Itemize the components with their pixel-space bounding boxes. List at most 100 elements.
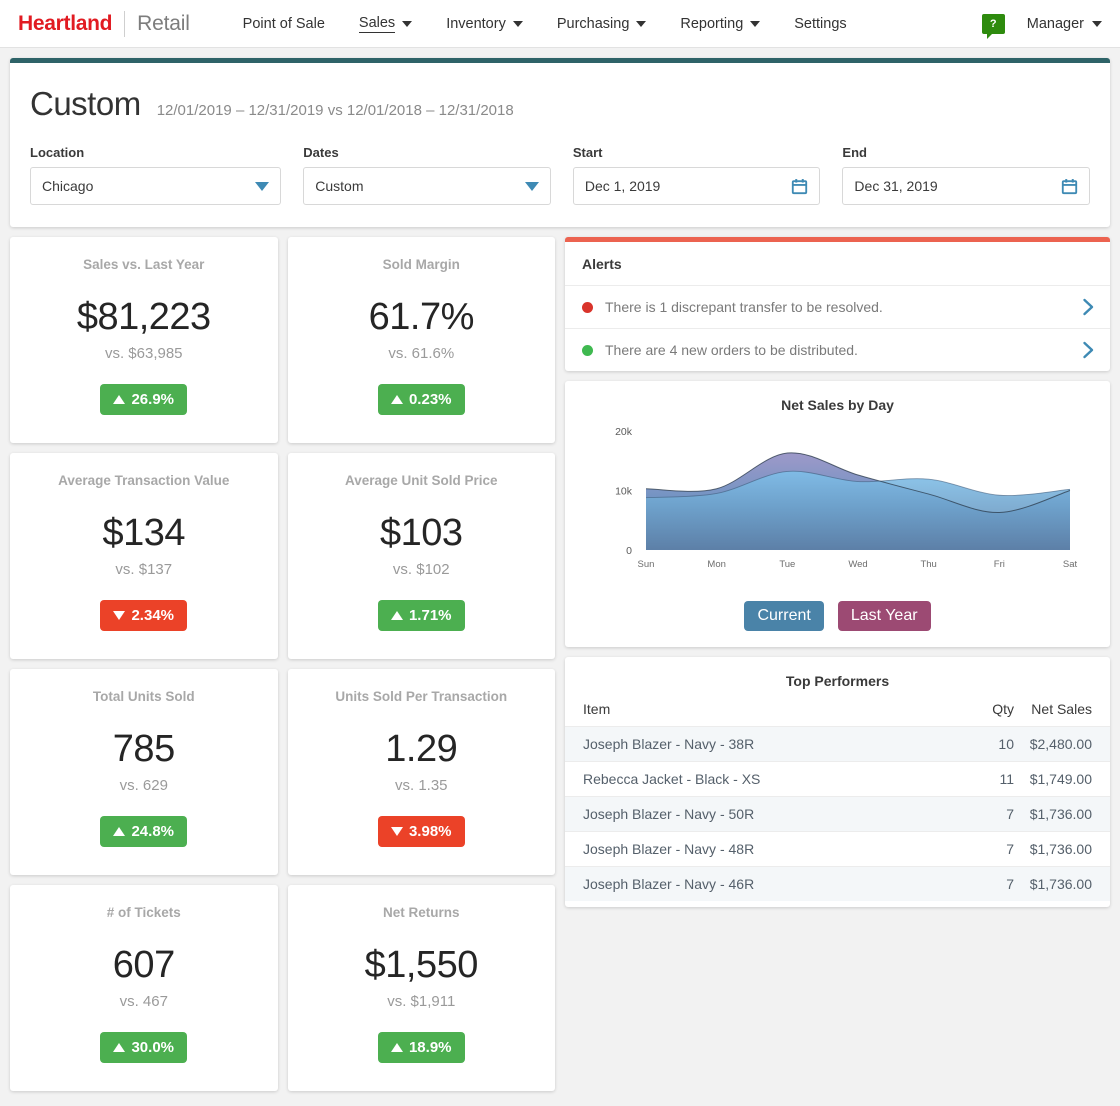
y-axis-tick-label: 20k [615, 426, 633, 438]
end-label: End [842, 145, 1090, 160]
chevron-down-icon [402, 21, 412, 27]
kpi-value: $81,223 [77, 298, 211, 336]
kpi-title: # of Tickets [107, 905, 181, 920]
kpi-value: 607 [113, 946, 175, 984]
alerts-header: Alerts [565, 242, 1110, 286]
start-label: Start [573, 145, 821, 160]
kpi-card-average-unit-sold-price[interactable]: Average Unit Sold Price$103vs. $1021.71% [288, 453, 556, 659]
kpi-delta-badge: 2.34% [100, 600, 187, 631]
chevron-right-icon[interactable] [1082, 297, 1096, 317]
kpi-comparison: vs. 61.6% [388, 345, 454, 362]
kpi-title: Sales vs. Last Year [83, 257, 204, 272]
kpi-title: Sold Margin [383, 257, 460, 272]
triangle-up-icon [391, 395, 403, 404]
triangle-up-icon [113, 1043, 125, 1052]
end-date-input[interactable]: Dec 31, 2019 [842, 167, 1090, 205]
triangle-up-icon [391, 1043, 403, 1052]
kpi-value: 1.29 [385, 730, 457, 768]
user-menu[interactable]: Manager [1027, 16, 1102, 32]
table-row[interactable]: Rebecca Jacket - Black - XS11$1,749.00 [565, 762, 1110, 797]
table-row[interactable]: Joseph Blazer - Navy - 46R7$1,736.00 [565, 867, 1110, 902]
nav-right-group: ? Manager [982, 14, 1102, 34]
table-row[interactable]: Joseph Blazer - Navy - 48R7$1,736.00 [565, 832, 1110, 867]
kpi-card-total-units-sold[interactable]: Total Units Sold785vs. 62924.8% [10, 669, 278, 875]
nav-item-label: Inventory [446, 16, 506, 32]
nav-item-label: Point of Sale [243, 16, 325, 32]
cell-net-sales: $1,736.00 [1014, 797, 1110, 832]
kpi-delta-badge: 0.23% [378, 384, 465, 415]
alert-message: There is 1 discrepant transfer to be res… [605, 299, 1082, 315]
alert-row[interactable]: There is 1 discrepant transfer to be res… [565, 286, 1110, 329]
x-axis-tick-label: Wed [848, 559, 867, 570]
triangle-down-icon [391, 827, 403, 836]
kpi-card-sold-margin[interactable]: Sold Margin61.7%vs. 61.6%0.23% [288, 237, 556, 443]
nav-item-sales[interactable]: Sales [342, 15, 429, 33]
legend-chip-last-year[interactable]: Last Year [838, 601, 931, 631]
kpi-card-average-transaction-value[interactable]: Average Transaction Value$134vs. $1372.3… [10, 453, 278, 659]
kpi-card-sales-vs-last-year[interactable]: Sales vs. Last Year$81,223vs. $63,98526.… [10, 237, 278, 443]
start-date-input[interactable]: Dec 1, 2019 [573, 167, 821, 205]
kpi-card-of-tickets[interactable]: # of Tickets607vs. 46730.0% [10, 885, 278, 1091]
help-chat-bubble-icon[interactable]: ? [982, 14, 1005, 34]
nav-item-point-of-sale[interactable]: Point of Sale [226, 16, 342, 32]
calendar-icon[interactable] [791, 178, 808, 195]
kpi-card-units-sold-per-transaction[interactable]: Units Sold Per Transaction1.29vs. 1.353.… [288, 669, 556, 875]
date-range-summary: 12/01/2019 – 12/31/2019 vs 12/01/2018 – … [157, 102, 514, 119]
triangle-up-icon [113, 395, 125, 404]
kpi-row: Total Units Sold785vs. 62924.8%Units Sol… [10, 669, 555, 875]
dates-filter-group: Dates Custom [303, 145, 551, 205]
column-header-net-sales: Net Sales [1014, 699, 1110, 727]
net-sales-by-day-area-chart[interactable]: 010k20kSunMonTueWedThuFriSat [565, 419, 1110, 584]
chevron-right-icon[interactable] [1082, 340, 1096, 360]
x-axis-tick-label: Mon [707, 559, 725, 570]
chart-legend: Current Last Year [565, 601, 1110, 631]
table-row[interactable]: Joseph Blazer - Navy - 38R10$2,480.00 [565, 727, 1110, 762]
alert-row[interactable]: There are 4 new orders to be distributed… [565, 329, 1110, 371]
kpi-column: Sales vs. Last Year$81,223vs. $63,98526.… [10, 237, 555, 1101]
chevron-down-icon [636, 21, 646, 27]
column-header-item: Item [565, 699, 956, 727]
triangle-down-icon [113, 611, 125, 620]
chevron-down-icon [525, 182, 539, 191]
kpi-delta-badge: 18.9% [378, 1032, 465, 1063]
kpi-card-net-returns[interactable]: Net Returns$1,550vs. $1,91118.9% [288, 885, 556, 1091]
kpi-delta-badge: 24.8% [100, 816, 187, 847]
location-select[interactable]: Chicago [30, 167, 281, 205]
legend-chip-current[interactable]: Current [744, 601, 823, 631]
nav-item-label: Settings [794, 16, 846, 32]
cell-item: Rebecca Jacket - Black - XS [565, 762, 956, 797]
kpi-comparison: vs. 467 [120, 993, 168, 1010]
top-performers-card: Top Performers Item Qty Net Sales Joseph… [565, 657, 1110, 907]
dates-value: Custom [315, 178, 363, 194]
nav-item-reporting[interactable]: Reporting [663, 16, 777, 32]
nav-item-label: Reporting [680, 16, 743, 32]
alert-message: There are 4 new orders to be distributed… [605, 342, 1082, 358]
kpi-comparison: vs. $63,985 [105, 345, 183, 362]
brand-logo[interactable]: Heartland Retail [18, 11, 190, 37]
nav-item-settings[interactable]: Settings [777, 16, 863, 32]
calendar-icon[interactable] [1061, 178, 1078, 195]
x-axis-tick-label: Tue [779, 559, 795, 570]
x-axis-tick-label: Fri [994, 559, 1005, 570]
brand-name-primary: Heartland [18, 12, 112, 36]
cell-qty: 7 [956, 797, 1014, 832]
kpi-value: $1,550 [365, 946, 478, 984]
kpi-title: Average Transaction Value [58, 473, 229, 488]
kpi-delta-value: 1.71% [409, 607, 452, 624]
dates-select[interactable]: Custom [303, 167, 551, 205]
cell-qty: 10 [956, 727, 1014, 762]
start-date-value: Dec 1, 2019 [585, 178, 661, 194]
page-body: Custom 12/01/2019 – 12/31/2019 vs 12/01/… [0, 48, 1120, 1101]
nav-item-inventory[interactable]: Inventory [429, 16, 540, 32]
nav-item-purchasing[interactable]: Purchasing [540, 16, 664, 32]
alert-status-dot-icon [582, 302, 593, 313]
kpi-delta-value: 18.9% [409, 1039, 452, 1056]
table-row[interactable]: Joseph Blazer - Navy - 50R7$1,736.00 [565, 797, 1110, 832]
alert-status-dot-icon [582, 345, 593, 356]
table-header-row: Item Qty Net Sales [565, 699, 1110, 727]
nav-item-label: Purchasing [557, 16, 630, 32]
cell-qty: 7 [956, 832, 1014, 867]
cell-net-sales: $1,736.00 [1014, 867, 1110, 902]
table-body: Joseph Blazer - Navy - 38R10$2,480.00Reb… [565, 727, 1110, 902]
end-date-value: Dec 31, 2019 [854, 178, 937, 194]
